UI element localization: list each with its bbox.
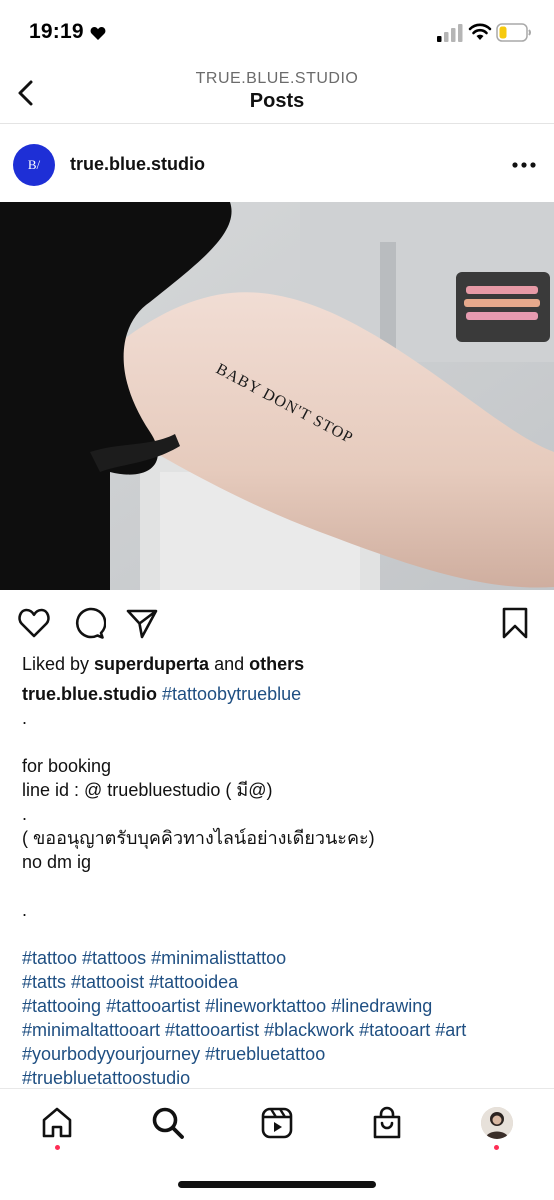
battery-icon bbox=[496, 23, 531, 42]
hashtag-line[interactable]: #truebluetattoostudio bbox=[22, 1066, 542, 1090]
comment-icon[interactable] bbox=[72, 606, 106, 640]
shop-bag-icon[interactable] bbox=[369, 1105, 405, 1141]
caption-line bbox=[22, 730, 542, 754]
caption-line: . bbox=[22, 804, 28, 824]
status-bar: 19:19 bbox=[0, 0, 554, 64]
nav-header: TRUE.BLUE.STUDIO Posts bbox=[0, 64, 554, 124]
send-icon[interactable] bbox=[125, 606, 159, 640]
caption-line: . bbox=[22, 900, 28, 920]
tattoo-photo: BABY DON'T STOP bbox=[0, 202, 554, 590]
post-actions bbox=[0, 602, 554, 646]
signal-icon bbox=[437, 24, 463, 42]
post-username[interactable]: true.blue.studio bbox=[70, 154, 205, 175]
likes-others-link[interactable]: others bbox=[249, 654, 304, 674]
profile-avatar-image bbox=[481, 1107, 513, 1139]
likes-mid: and bbox=[209, 654, 250, 674]
avatar[interactable]: B/ bbox=[13, 144, 55, 186]
wifi-icon bbox=[468, 23, 492, 40]
post-photo[interactable]: BABY DON'T STOP bbox=[0, 202, 554, 590]
caption-line: for booking bbox=[22, 756, 112, 776]
post-header: B/ true.blue.studio bbox=[0, 124, 554, 202]
caption-line: line id : @ truebluestudio ( มี@) bbox=[22, 780, 273, 800]
hashtag-block: #tattoo #tattoos #minimalisttattoo #tatt… bbox=[22, 946, 542, 1090]
caption-username[interactable]: true.blue.studio bbox=[22, 684, 157, 704]
caption-body: . for booking line id : @ truebluestudio… bbox=[22, 706, 542, 946]
more-dots-icon[interactable] bbox=[510, 160, 538, 170]
likes-line: Liked by superduperta and others bbox=[22, 652, 542, 676]
likes-prefix: Liked by bbox=[22, 654, 95, 674]
caption-hashtag[interactable]: #tattoobytrueblue bbox=[162, 684, 301, 704]
heart-status-icon bbox=[90, 27, 106, 40]
home-icon[interactable] bbox=[39, 1105, 75, 1141]
profile-avatar-tab[interactable] bbox=[481, 1107, 513, 1139]
hashtag-line[interactable]: #minimaltattooart #tattooartist #blackwo… bbox=[22, 1018, 542, 1042]
caption-line bbox=[22, 922, 542, 946]
hashtag-line[interactable]: #yourbodyyourjourney #truebluetattoo bbox=[22, 1042, 542, 1066]
hashtag-line[interactable]: #tatts #tattooist #tattooidea bbox=[22, 970, 542, 994]
search-icon[interactable] bbox=[150, 1105, 186, 1141]
hashtag-line[interactable]: #tattooing #tattooartist #lineworktattoo… bbox=[22, 994, 542, 1018]
home-notification-dot bbox=[55, 1145, 60, 1150]
caption-first-line: true.blue.studio #tattoobytrueblue bbox=[22, 682, 542, 706]
hashtag-line[interactable]: #tattoo #tattoos #minimalisttattoo bbox=[22, 946, 542, 970]
bookmark-icon[interactable] bbox=[498, 606, 532, 640]
caption-line: . bbox=[22, 708, 28, 728]
account-subtitle: TRUE.BLUE.STUDIO bbox=[195, 70, 359, 87]
caption-line bbox=[22, 874, 542, 898]
wall-sign bbox=[456, 272, 550, 342]
liked-user-link[interactable]: superduperta bbox=[94, 654, 209, 674]
heart-icon[interactable] bbox=[17, 606, 51, 640]
profile-notification-dot bbox=[494, 1145, 499, 1150]
caption-line: no dm ig bbox=[22, 852, 92, 872]
reels-icon[interactable] bbox=[259, 1105, 295, 1141]
home-indicator bbox=[178, 1181, 376, 1188]
post-caption-area: Liked by superduperta and others true.bl… bbox=[22, 652, 542, 1090]
caption-line: ( ขออนุญาตรับบุคคิวทางไลน์อย่างเดียวนะคะ… bbox=[22, 828, 375, 848]
bottom-tab-bar bbox=[0, 1088, 554, 1200]
page-title: Posts bbox=[249, 90, 305, 112]
status-time: 19:19 bbox=[29, 20, 84, 43]
